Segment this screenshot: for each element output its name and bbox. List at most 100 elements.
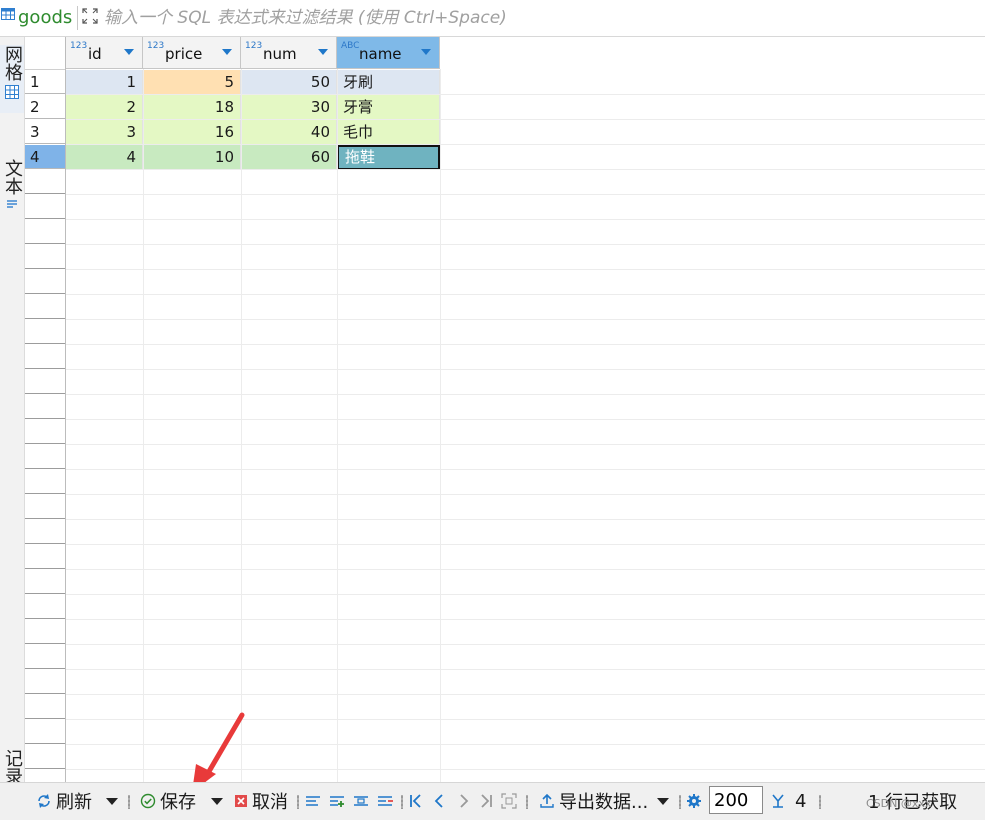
- fetch-next-button[interactable]: [770, 789, 786, 813]
- chevron-down-icon: [657, 797, 669, 805]
- view-switcher: 网格 文本 记录: [0, 37, 25, 801]
- number-type-icon: 123: [245, 41, 263, 51]
- cancel-button[interactable]: 取消: [233, 789, 288, 813]
- row-number[interactable]: 3: [25, 120, 65, 144]
- column-header-label: id: [88, 45, 102, 63]
- sort-dropdown-icon[interactable]: [318, 49, 328, 55]
- tab-grid[interactable]: 网格: [0, 45, 24, 113]
- cell-id[interactable]: 1: [66, 70, 143, 95]
- cell-name-selected[interactable]: 拖鞋: [337, 145, 440, 170]
- grid-line: [66, 694, 985, 695]
- grid-line: [66, 144, 985, 145]
- grid-line: [66, 194, 985, 195]
- cell-id[interactable]: 4: [66, 145, 143, 170]
- cell-id[interactable]: 2: [66, 95, 143, 120]
- cell-num[interactable]: 40: [241, 120, 337, 145]
- delete-row-icon: [378, 796, 393, 806]
- chevron-left-icon: [434, 794, 443, 808]
- grid-line: [66, 219, 985, 220]
- column-header-price[interactable]: 123 price: [143, 37, 241, 69]
- chevron-down-icon: [106, 797, 118, 805]
- copy-row-button[interactable]: [353, 789, 369, 813]
- chevron-right-icon: [460, 794, 469, 808]
- grid-line: [66, 669, 985, 670]
- grid-line: [66, 169, 985, 170]
- edit-row-icon: [306, 796, 320, 806]
- cell-name[interactable]: 牙刷: [337, 70, 440, 95]
- column-header-id[interactable]: 123 id: [66, 37, 143, 69]
- fetch-next-icon: [772, 794, 784, 808]
- row-number[interactable]: 2: [25, 95, 65, 119]
- number-type-icon: 123: [147, 41, 165, 51]
- cell-num[interactable]: 30: [241, 95, 337, 120]
- cell-price[interactable]: 16: [143, 120, 241, 145]
- delete-row-button[interactable]: [377, 789, 393, 813]
- watermark: CSDN @xxx: [866, 797, 932, 810]
- empty-row-number: [25, 495, 65, 519]
- save-button[interactable]: 保存: [140, 789, 196, 813]
- row-number[interactable]: 1: [25, 70, 65, 94]
- column-header-name[interactable]: ABC name: [337, 37, 440, 69]
- fetch-size-input[interactable]: [709, 786, 763, 814]
- empty-row-number: [25, 320, 65, 344]
- refresh-dropdown[interactable]: [106, 789, 118, 813]
- table-name: goods: [18, 7, 73, 28]
- tab-record-label: 记录: [2, 749, 23, 785]
- bottom-toolbar: 刷新 保存 取消 导出数据... 200 4 1 行已获取 CSDN @xxx: [0, 782, 985, 820]
- expand-icon[interactable]: [82, 8, 98, 24]
- cell-name[interactable]: 牙膏: [337, 95, 440, 120]
- fetch-all-button[interactable]: [501, 789, 517, 813]
- empty-row-number: [25, 395, 65, 419]
- tab-grid-label: 网格: [2, 45, 23, 81]
- fetch-all-icon: [501, 793, 517, 809]
- refresh-button[interactable]: 刷新: [36, 789, 92, 813]
- grid-line: [66, 394, 985, 395]
- refresh-icon: [38, 794, 50, 808]
- separator: [819, 795, 821, 809]
- first-page-button[interactable]: [408, 789, 424, 813]
- empty-row-number: [25, 520, 65, 544]
- grid-line: [66, 469, 985, 470]
- cell-price[interactable]: 10: [143, 145, 241, 170]
- row-number-selected[interactable]: 4: [25, 145, 65, 169]
- grid-line: [66, 619, 985, 620]
- divider: [77, 6, 78, 30]
- cell-price[interactable]: 18: [143, 95, 241, 120]
- column-line: [143, 69, 144, 782]
- export-button[interactable]: 导出数据...: [539, 789, 648, 813]
- tab-text[interactable]: 文本: [0, 159, 24, 221]
- empty-row-number: [25, 670, 65, 694]
- results-grid: 123 id 123 price 123 num ABC name 1 1 5 …: [25, 37, 985, 782]
- sort-dropdown-icon[interactable]: [124, 49, 134, 55]
- sort-dropdown-icon[interactable]: [222, 49, 232, 55]
- filter-input[interactable]: [104, 8, 964, 28]
- grid-line: [66, 644, 985, 645]
- cell-num[interactable]: 60: [241, 145, 337, 170]
- empty-row-number: [25, 645, 65, 669]
- save-dropdown[interactable]: [211, 789, 223, 813]
- add-row-button[interactable]: [329, 789, 345, 813]
- next-page-button[interactable]: [455, 789, 471, 813]
- cell-id[interactable]: 3: [66, 120, 143, 145]
- cell-num[interactable]: 50: [241, 70, 337, 95]
- settings-button[interactable]: [686, 789, 702, 813]
- copy-row-icon: [354, 796, 368, 806]
- empty-row-number: [25, 595, 65, 619]
- column-line: [241, 69, 242, 782]
- last-page-button[interactable]: [478, 789, 494, 813]
- empty-row-number: [25, 295, 65, 319]
- grid-line: [66, 244, 985, 245]
- export-dropdown[interactable]: [657, 789, 669, 813]
- cell-price[interactable]: 5: [143, 70, 241, 95]
- edit-row-button[interactable]: [305, 789, 321, 813]
- empty-row-number: [25, 545, 65, 569]
- column-line: [337, 69, 338, 782]
- grid-line: [66, 444, 985, 445]
- cell-name[interactable]: 毛巾: [337, 120, 440, 145]
- column-header-num[interactable]: 123 num: [241, 37, 337, 69]
- sort-dropdown-icon[interactable]: [421, 49, 431, 55]
- separator: [526, 795, 528, 809]
- separator: [679, 795, 681, 809]
- previous-page-button[interactable]: [432, 789, 448, 813]
- grid-corner[interactable]: [25, 37, 65, 70]
